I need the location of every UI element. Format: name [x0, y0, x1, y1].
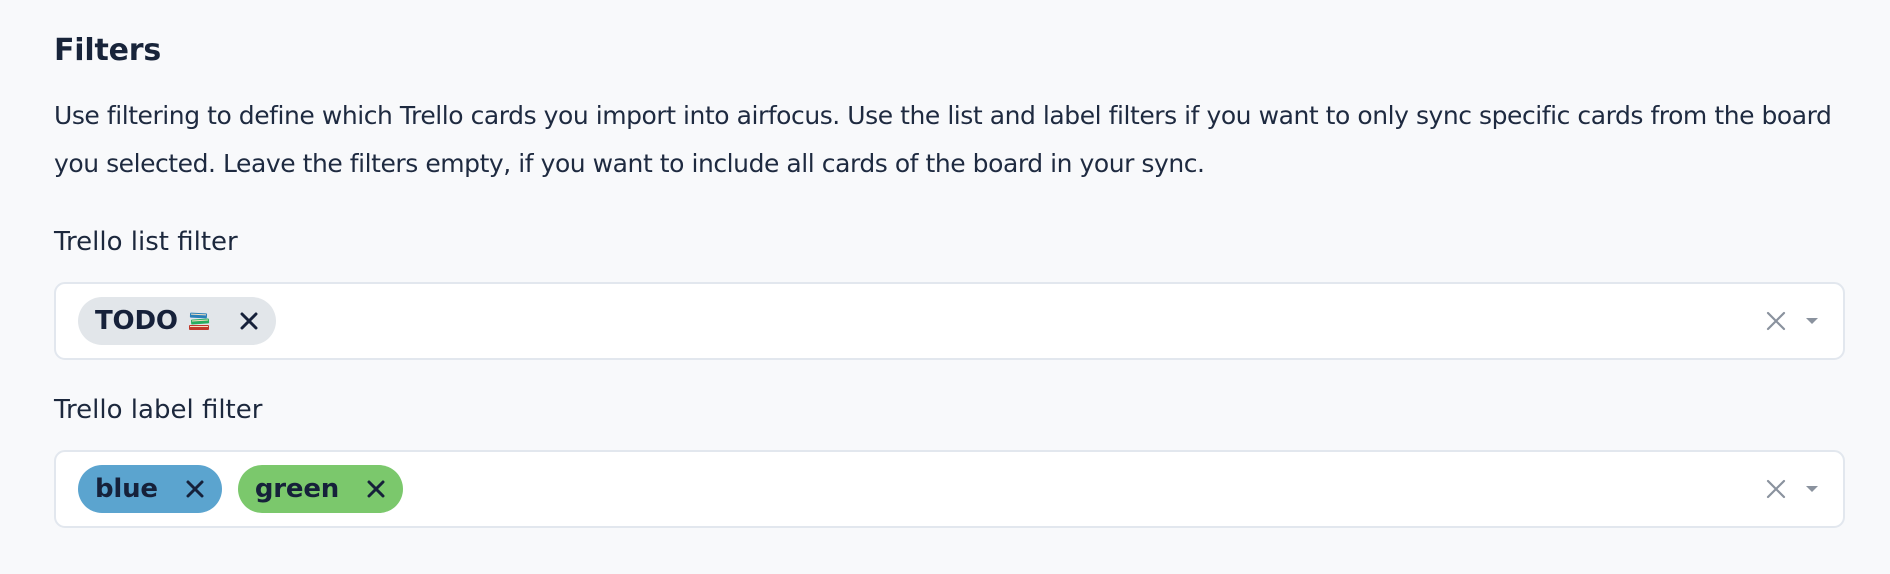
close-icon[interactable] [182, 476, 208, 502]
clear-icon[interactable] [1763, 476, 1789, 502]
label-filter-label: Trello label filter [54, 395, 263, 425]
chip-label: green [254, 474, 340, 504]
clear-icon[interactable] [1763, 308, 1789, 334]
list-filter-controls [1763, 308, 1821, 334]
filters-section: Filters Use filtering to define which Tr… [0, 0, 1890, 574]
close-icon[interactable] [363, 476, 389, 502]
list-filter-chips: TODO [78, 297, 1763, 345]
books-icon [186, 308, 212, 334]
list-filter-label: Trello list filter [54, 227, 238, 257]
label-chip-green: green [237, 465, 404, 513]
label-filter-chips: blue green [78, 465, 1763, 513]
section-title: Filters [54, 33, 161, 68]
label-filter-controls [1763, 476, 1821, 502]
label-filter-select[interactable]: blue green [54, 450, 1845, 528]
label-chip-blue: blue [78, 465, 222, 513]
caret-down-icon[interactable] [1803, 476, 1821, 502]
close-icon[interactable] [236, 308, 262, 334]
filters-description: Use filtering to define which Trello car… [54, 101, 1832, 178]
list-chip-todo: TODO [78, 297, 276, 345]
chip-label: TODO [95, 306, 178, 336]
caret-down-icon[interactable] [1803, 308, 1821, 334]
chip-label: blue [95, 474, 158, 504]
list-filter-select[interactable]: TODO [54, 282, 1845, 360]
